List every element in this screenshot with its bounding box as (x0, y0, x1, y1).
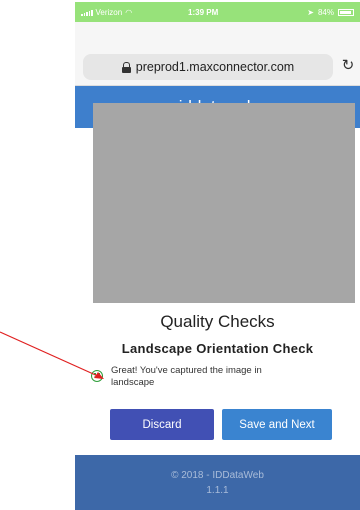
check-result: Great! You've captured the image in land… (91, 365, 341, 389)
captured-image-preview (93, 103, 355, 303)
status-time: 1:39 PM (188, 7, 219, 17)
footer: © 2018 - IDDataWeb 1.1.1 (75, 455, 360, 510)
check-subtitle: Landscape Orientation Check (121, 341, 314, 356)
discard-button[interactable]: Discard (110, 409, 214, 440)
carrier-name: Verizon (95, 7, 123, 17)
lock-icon (121, 62, 131, 73)
reload-icon[interactable]: ↻ (340, 58, 356, 74)
address-field[interactable]: preprod1.maxconnector.com (83, 54, 333, 80)
battery-icon (338, 8, 354, 16)
save-and-next-button[interactable]: Save and Next (222, 409, 332, 440)
url-text: preprod1.maxconnector.com (135, 60, 295, 74)
status-right: ➤ 84% (307, 8, 354, 17)
check-message: Great! You've captured the image in land… (111, 365, 262, 388)
footer-version: 1.1.1 (206, 484, 229, 496)
browser-url-bar: preprod1.maxconnector.com ↻ (75, 22, 360, 86)
page-title: Quality Checks (160, 312, 275, 331)
status-bar: Verizon ◠ 1:39 PM ➤ 84% (75, 2, 360, 22)
location-icon: ➤ (307, 7, 314, 17)
battery-percent: 84% (317, 7, 334, 17)
carrier: Verizon ◠ (81, 8, 132, 17)
footer-copyright: © 2018 - IDDataWeb (171, 469, 264, 481)
annotation-arrow (0, 331, 104, 379)
signal-icon (81, 9, 93, 16)
wifi-icon: ◠ (125, 7, 133, 17)
